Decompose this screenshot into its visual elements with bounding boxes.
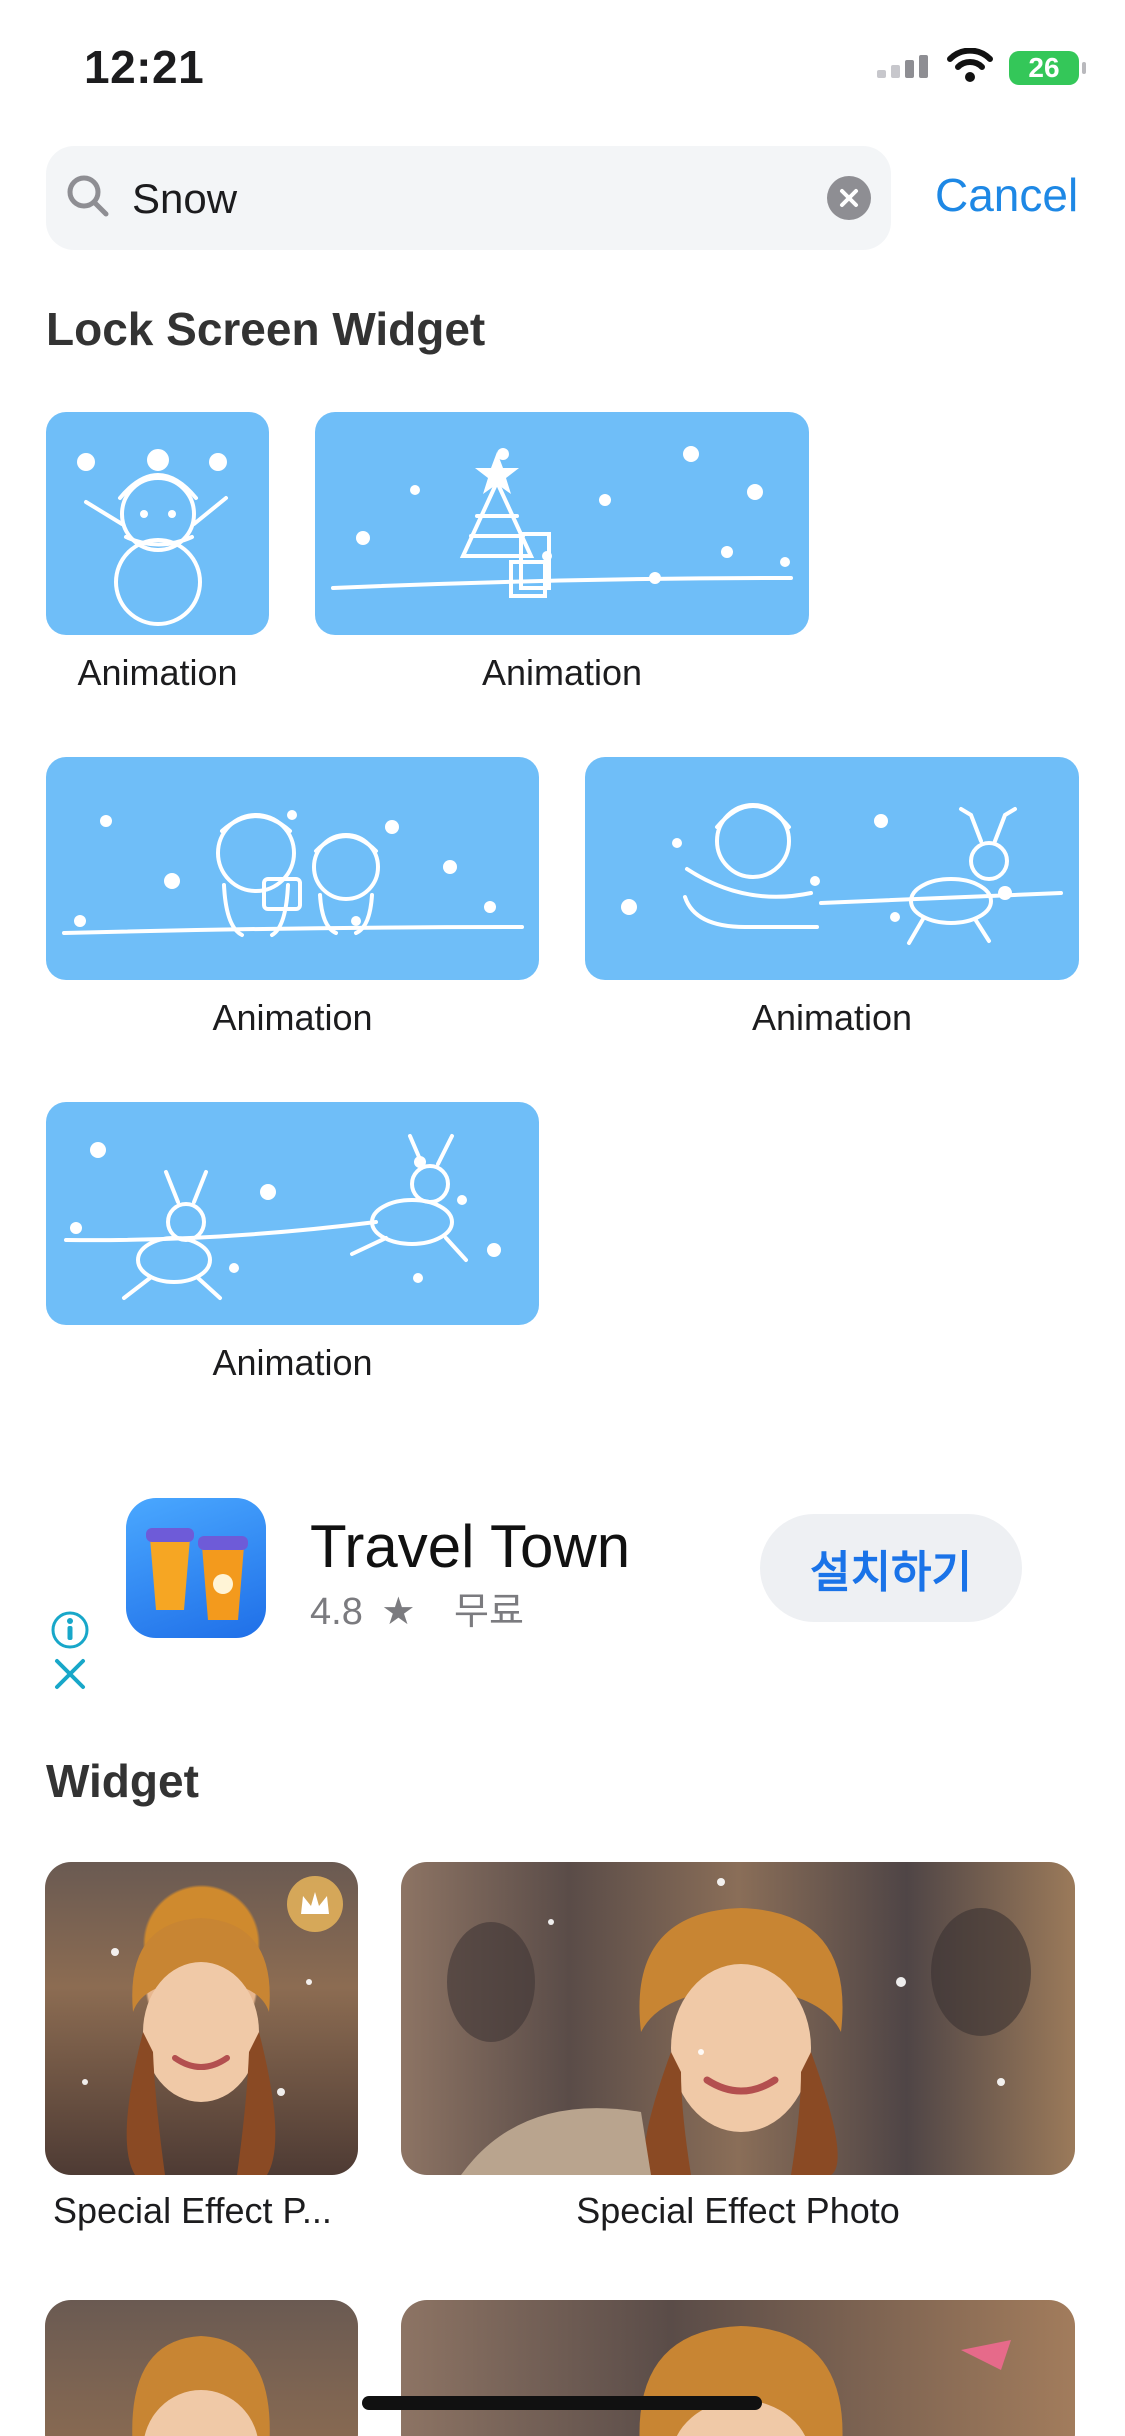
travel-town-app-icon[interactable] [126,1498,266,1638]
ad-app-meta: 4.8 ★ 무료 [310,1580,524,1635]
cancel-button[interactable]: Cancel [935,168,1078,222]
tile-caption: Animation [481,652,643,693]
star-icon: ★ [381,1591,416,1633]
status-icons: 26 [877,47,1086,87]
photo-widget-special-effect-2[interactable] [401,1862,1075,2175]
tile-caption: Animation [751,997,913,1038]
search-field[interactable] [46,146,891,250]
ad-app-name[interactable]: Travel Town [310,1512,630,1581]
search-input[interactable] [130,164,774,234]
tile-caption: Animation [77,652,238,693]
photo-widget-caption: Special Effect P... [53,2190,332,2231]
lock-widget-snowman[interactable] [46,412,269,635]
lock-widget-santa-sleigh[interactable] [585,757,1079,980]
lock-widget-christmas-tree[interactable] [315,412,809,635]
widget-heading: Widget [46,1755,199,1807]
tile-caption: Animation [212,997,373,1038]
search-results-screen: 12:21 26 Snow Cancel Lock Screen Widget … [0,0,1125,2436]
cellular-signal-icon [877,52,931,83]
tile-caption: Animation [212,1342,373,1383]
clear-search-icon[interactable] [827,176,871,220]
photo-widget-partial-2[interactable] [401,2300,1075,2436]
ad-close-icon[interactable] [52,1656,88,1697]
battery-icon: 26 [1009,50,1086,85]
lock-screen-widget-heading: Lock Screen Widget [46,303,486,355]
home-indicator[interactable] [362,2396,762,2410]
lock-widget-bears[interactable] [46,757,539,980]
ad-price: 무료 [454,1591,524,1633]
crown-icon [295,1884,335,1929]
ad-info-icon[interactable] [50,1610,90,1655]
photo-widget-caption: Special Effect Photo [576,2190,900,2231]
lock-widget-reindeer[interactable] [46,1102,539,1325]
battery-level: 26 [1028,51,1060,83]
wifi-icon [947,47,993,87]
photo-widget-partial-1[interactable] [45,2300,358,2436]
status-time: 12:21 [84,41,205,93]
install-button[interactable]: 설치하기 [760,1514,1022,1622]
photo-widget-special-effect-1[interactable] [45,1862,358,2175]
ad-rating: 4.8 [310,1591,363,1633]
search-icon [64,172,112,225]
